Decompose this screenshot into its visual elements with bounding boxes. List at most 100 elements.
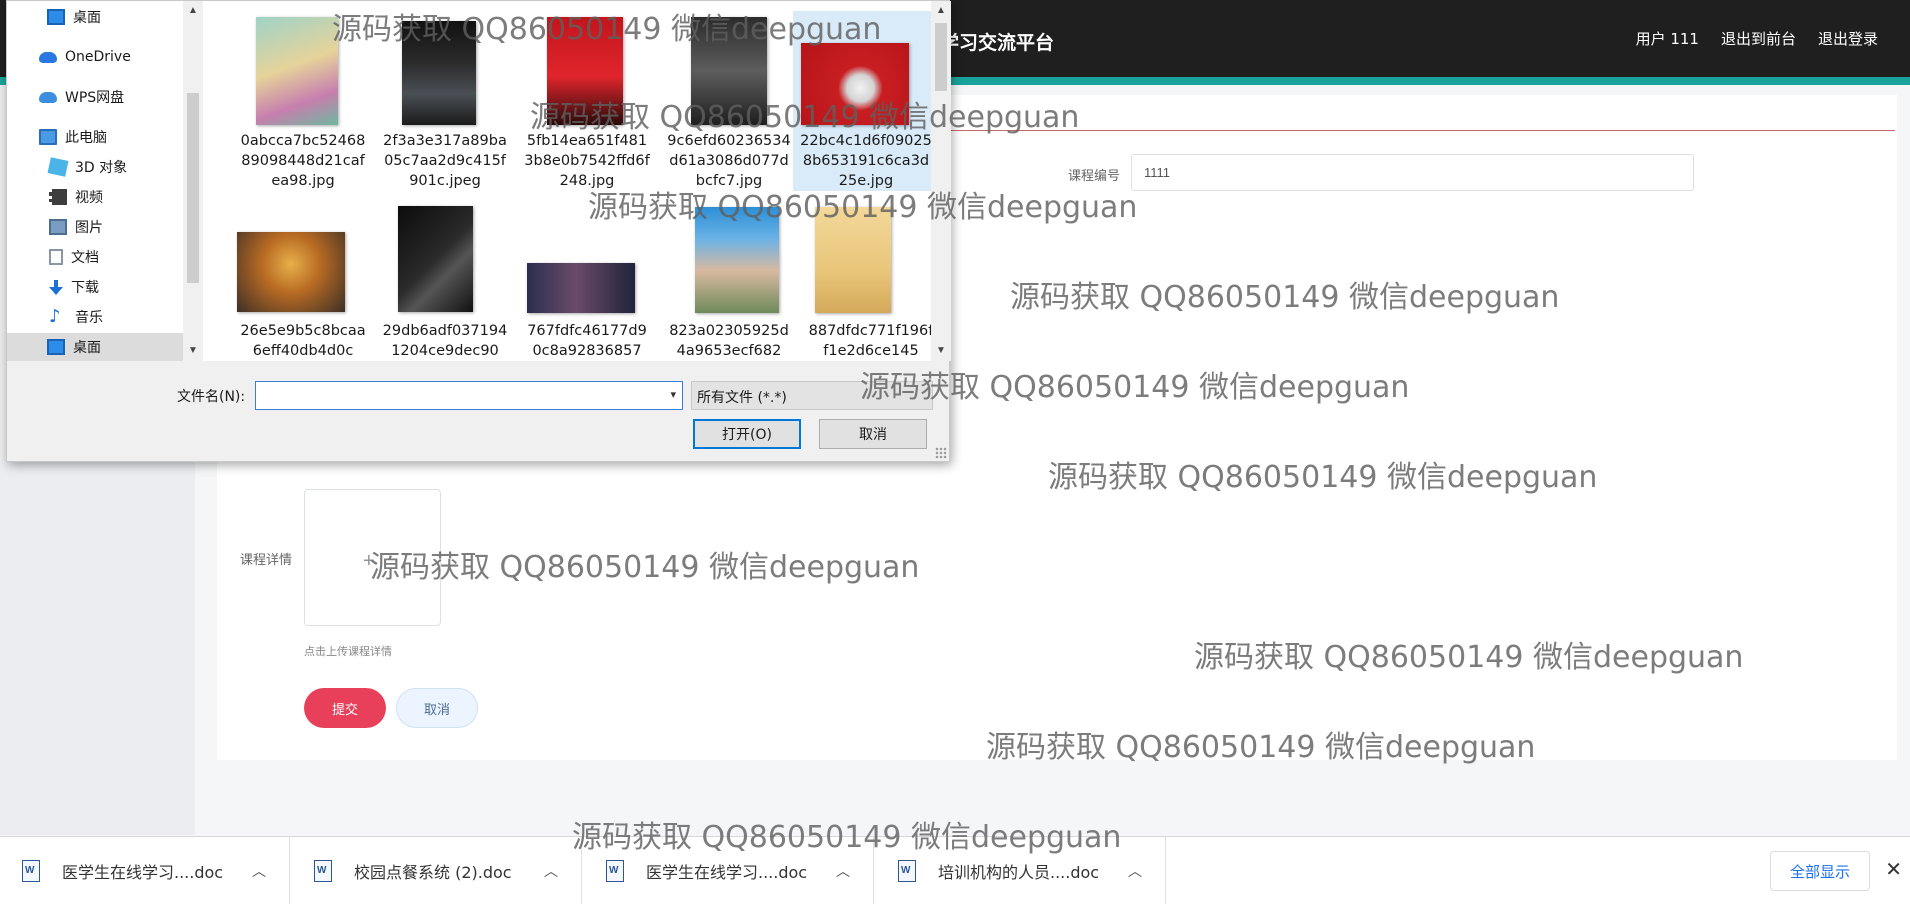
file-item[interactable]: 5fb14ea651f4813b8e0b7542ffd6f248.jpg: [517, 1, 657, 189]
chevron-down-icon[interactable]: ▾: [670, 388, 676, 401]
download-item[interactable]: 医学生在线学习....doc ︿: [0, 837, 290, 904]
download-item[interactable]: 校园点餐系统 (2).doc ︿: [292, 837, 582, 904]
nav-scrollbar[interactable]: ▲ ▼: [183, 1, 203, 361]
nav-label: 图片: [75, 220, 103, 236]
file-name: 9c6efd60236534d61a3086d077dbcfc7.jpg: [667, 133, 791, 189]
section-divider: [950, 130, 1895, 131]
scroll-down-arrow-icon[interactable]: ▼: [188, 345, 198, 356]
filename-input[interactable]: ▾: [255, 381, 683, 410]
file-thumbnail: [398, 206, 473, 312]
nav-onedrive[interactable]: OneDrive: [39, 43, 131, 71]
file-item[interactable]: 9c6efd60236534d61a3086d077dbcfc7.jpg: [659, 1, 799, 189]
file-name: 767fdfc46177d90c8a92836857: [527, 323, 647, 359]
nav-videos[interactable]: 视频: [49, 183, 103, 211]
file-name: 2f3a3e317a89ba05c7aa2d9c415f901c.jpeg: [383, 133, 507, 189]
dialog-cancel-button[interactable]: 取消: [819, 419, 927, 449]
download-file-name: 医学生在线学习....doc: [62, 863, 224, 882]
nav-label: 下载: [71, 280, 99, 296]
files-scroll-thumb[interactable]: [935, 23, 947, 91]
file-item[interactable]: 887dfdc771f196ff1e2d6ce145: [801, 191, 941, 371]
navigation-pane[interactable]: 桌面 OneDrive WPS网盘 此电脑 3D 对象 视频 图片 文档 下载 …: [7, 1, 203, 361]
scroll-up-arrow-icon[interactable]: ▲: [936, 5, 946, 16]
scroll-down-arrow-icon[interactable]: ▼: [936, 345, 946, 356]
nav-pictures[interactable]: 图片: [49, 213, 103, 241]
chevron-up-icon[interactable]: ︿: [1128, 861, 1142, 881]
filename-label: 文件名(N):: [177, 389, 246, 405]
chevron-up-icon[interactable]: ︿: [252, 861, 266, 881]
file-item[interactable]: 823a02305925d4a9653ecf682: [659, 191, 799, 371]
close-icon[interactable]: ✕: [1885, 857, 1902, 882]
file-name: 5fb14ea651f4813b8e0b7542ffd6f248.jpg: [524, 133, 650, 189]
header-links: 用户 111 退出到前台 退出登录: [1636, 28, 1878, 49]
documents-icon: [49, 249, 63, 265]
video-icon: [49, 189, 67, 205]
nav-desktop-top[interactable]: 桌面: [47, 3, 101, 31]
nav-documents[interactable]: 文档: [49, 243, 99, 271]
scroll-up-arrow-icon[interactable]: ▲: [188, 5, 198, 16]
word-doc-icon: [22, 860, 40, 882]
show-all-button[interactable]: 全部显示: [1770, 851, 1870, 891]
file-item[interactable]: 29db6adf0371941204ce9dec90: [375, 191, 515, 371]
file-type-filter[interactable]: 所有文件 (*.*): [691, 381, 933, 410]
nav-label: 桌面: [73, 10, 101, 26]
download-file-name: 培训机构的人员....doc: [938, 863, 1100, 882]
file-thumbnail: [547, 17, 623, 125]
nav-wps-drive[interactable]: WPS网盘: [39, 83, 124, 111]
file-thumbnail: [691, 17, 767, 125]
file-name: 823a02305925d4a9653ecf682: [669, 323, 789, 359]
word-doc-icon: [314, 860, 332, 882]
desktop-icon: [47, 9, 65, 25]
cancel-button[interactable]: 取消: [396, 688, 478, 728]
nav-label: WPS网盘: [65, 90, 125, 106]
file-name: 29db6adf0371941204ce9dec90: [382, 323, 508, 359]
nav-label: 桌面: [73, 340, 101, 356]
download-item[interactable]: 培训机构的人员....doc ︿: [876, 837, 1166, 904]
chevron-up-icon[interactable]: ︿: [544, 861, 558, 881]
logout-link[interactable]: 退出登录: [1818, 28, 1878, 49]
pictures-icon: [49, 219, 67, 235]
course-no-label: 课程编号: [1068, 169, 1121, 184]
nav-desktop-selected[interactable]: 桌面: [7, 333, 183, 361]
file-thumbnail: [695, 207, 779, 313]
onedrive-cloud-icon: [39, 51, 57, 63]
computer-icon: [39, 129, 57, 145]
file-thumbnail: [801, 43, 909, 125]
file-open-dialog: 桌面 OneDrive WPS网盘 此电脑 3D 对象 视频 图片 文档 下载 …: [6, 0, 951, 462]
resize-grip-icon[interactable]: [935, 447, 947, 459]
file-item-selected[interactable]: 22bc4c1d6f090258b653191c6ca3d25e.jpg: [793, 11, 939, 191]
file-item[interactable]: 0abcca7bc5246889098448d21cafea98.jpg: [233, 1, 373, 189]
nav-label: 音乐: [75, 310, 103, 326]
file-name: 22bc4c1d6f090258b653191c6ca3d25e.jpg: [800, 133, 932, 189]
nav-3d-objects[interactable]: 3D 对象: [47, 153, 128, 181]
nav-this-pc[interactable]: 此电脑: [39, 123, 107, 151]
download-arrow-icon: [49, 280, 63, 295]
desktop-icon: [47, 339, 65, 355]
chevron-up-icon[interactable]: ︿: [836, 861, 850, 881]
file-item[interactable]: 26e5e9b5c8bcaa6eff40db4d0c: [233, 191, 373, 371]
file-item[interactable]: 2f3a3e317a89ba05c7aa2d9c415f901c.jpeg: [375, 1, 515, 189]
course-no-input[interactable]: 1111: [1131, 154, 1694, 191]
nav-label: 视频: [75, 190, 103, 206]
user-link[interactable]: 用户 111: [1636, 28, 1699, 49]
app-title: 学习交流平台: [940, 32, 1055, 54]
nav-label: 3D 对象: [75, 160, 128, 176]
download-file-name: 医学生在线学习....doc: [646, 863, 808, 882]
file-item[interactable]: 767fdfc46177d90c8a92836857: [517, 191, 657, 371]
download-item[interactable]: 医学生在线学习....doc ︿: [584, 837, 874, 904]
submit-button[interactable]: 提交: [304, 688, 386, 728]
course-detail-label: 课程详情: [240, 553, 293, 568]
file-name: 0abcca7bc5246889098448d21cafea98.jpg: [240, 133, 366, 189]
word-doc-icon: [898, 860, 916, 882]
open-button[interactable]: 打开(O): [693, 419, 801, 449]
nav-downloads[interactable]: 下载: [49, 273, 99, 301]
files-scrollbar[interactable]: ▲ ▼: [931, 1, 951, 361]
file-name: 887dfdc771f196ff1e2d6ce145: [808, 323, 934, 359]
file-thumbnail: [256, 17, 338, 125]
wps-cloud-icon: [39, 91, 57, 103]
files-pane: 0abcca7bc5246889098448d21cafea98.jpg 2f3…: [203, 1, 939, 361]
exit-front-link[interactable]: 退出到前台: [1721, 28, 1796, 49]
nav-music[interactable]: ♪ 音乐: [49, 303, 103, 331]
nav-scroll-thumb[interactable]: [187, 93, 199, 283]
3d-objects-icon: [47, 157, 69, 177]
file-thumbnail: [527, 263, 635, 313]
